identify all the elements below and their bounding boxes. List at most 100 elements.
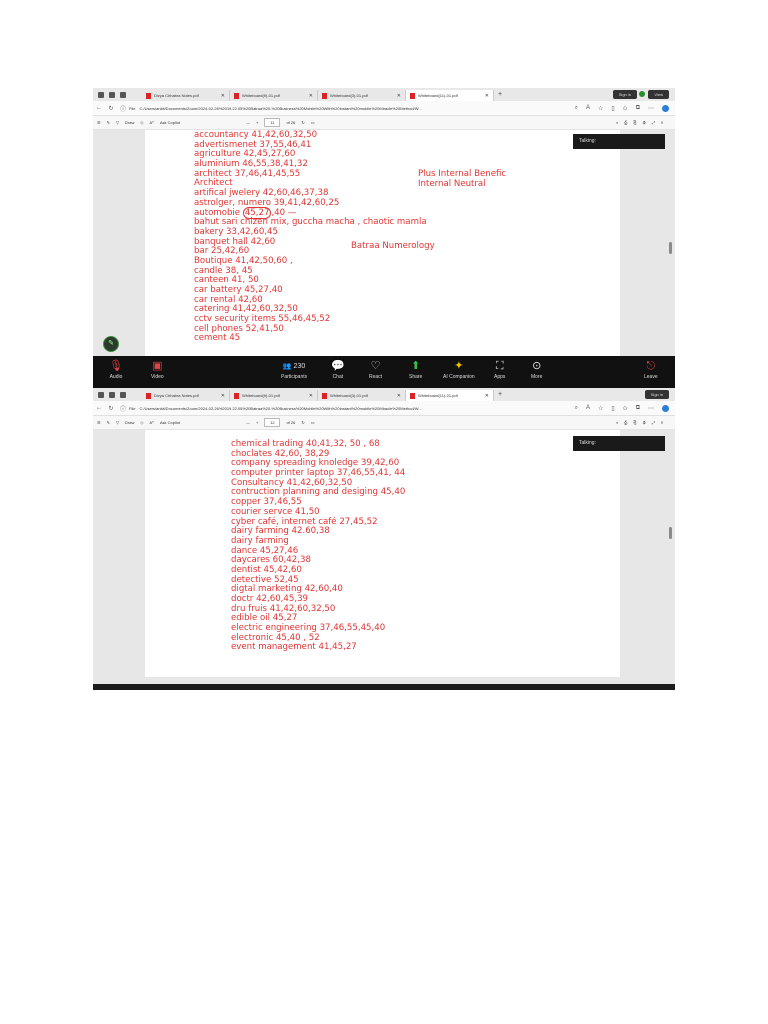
fit-icon[interactable]: ▭ (311, 120, 315, 125)
ai-companion-label: AI Companion (443, 374, 475, 380)
favorite-icon[interactable]: ☆ (598, 405, 603, 412)
collections-icon[interactable]: ⧉ (636, 405, 640, 412)
react-button[interactable]: ♡ React (369, 360, 382, 380)
tab-whiteboard-9[interactable]: Whiteboard(9)-01.pdf ✕ (230, 390, 318, 401)
copilot-icon[interactable] (662, 404, 669, 412)
split-icon[interactable]: ▯ (611, 105, 614, 112)
pencil-icon[interactable]: ✎ (103, 336, 119, 352)
page-total: of 26 (286, 420, 296, 425)
close-icon[interactable]: ✕ (397, 93, 401, 99)
participants-icon: 👥 230 (282, 363, 306, 370)
favorites-icon[interactable]: ✩ (623, 105, 628, 112)
pdf-right-icons[interactable]: ⌕⎙⎘⚙⤢⚲ (616, 120, 675, 125)
erase-icon[interactable]: ◇ (140, 120, 143, 125)
profile-icon[interactable] (98, 91, 104, 98)
new-tab-button[interactable]: + (494, 391, 502, 398)
extensions-icon[interactable]: ⋯ (648, 105, 654, 112)
url-field[interactable]: C:/Users/ankit/Documents/Zoom/2024-02-26… (135, 106, 574, 111)
page-number-input[interactable]: 11 (264, 118, 281, 127)
back-icon[interactable]: ← (93, 405, 105, 411)
screenshot-frame: Divya Chhabra Notes.pdf ✕ Whiteboard(9)-0… (93, 88, 675, 690)
apps-icon: ⛶ (495, 360, 504, 372)
close-icon[interactable]: ✕ (397, 393, 401, 399)
tab-whiteboard-11[interactable]: Whiteboard(11)-01.pdf ✕ (406, 390, 494, 401)
close-icon[interactable]: ✕ (221, 93, 225, 99)
zoom-in-icon[interactable]: + (256, 420, 258, 425)
page-number-input[interactable]: 12 (264, 418, 281, 427)
zoom-control-bar: 🎙 Audio ▣ Video 👥 230 Participants 💬 Chat ♡ R… (93, 356, 675, 388)
favorites-icon[interactable]: ✩ (623, 405, 628, 412)
note-plus-internal: Plus Internal Benefic (418, 169, 507, 179)
tab-whiteboard-9[interactable]: Whiteboard(9)-01.pdf ✕ (230, 90, 318, 101)
sign-in-button[interactable]: Sign in (612, 90, 637, 99)
draw-label[interactable]: Draw (125, 120, 134, 125)
refresh-icon[interactable]: ↻ (105, 405, 117, 412)
text-icon[interactable]: Aᵀ (149, 120, 153, 125)
video-button[interactable]: ▣ Video (151, 360, 164, 380)
more-icon: ⊙ (532, 360, 542, 372)
scrollbar-thumb[interactable] (669, 527, 672, 539)
refresh-icon[interactable]: ↻ (105, 105, 117, 112)
audio-button[interactable]: 🎙 Audio (109, 360, 123, 380)
pdf-right-icons[interactable]: ⌕⎙⎘⚙⤢⚲ (616, 420, 675, 425)
read-aloud-icon[interactable]: A (586, 105, 590, 112)
ai-companion-button[interactable]: ✦ AI Companion (443, 360, 475, 380)
contents-icon[interactable]: ☰ (97, 420, 101, 425)
apps-button[interactable]: ⛶ Apps (494, 360, 505, 380)
chat-button[interactable]: 💬 Chat (331, 360, 345, 380)
view-button[interactable]: View (648, 90, 669, 99)
zoom-icon[interactable]: ⌕ (575, 405, 578, 412)
tab-divya-notes[interactable]: Divya Chhabra Notes.pdf ✕ (142, 90, 230, 101)
zoom-out-icon[interactable]: — (246, 120, 250, 125)
copilot-icon[interactable] (662, 104, 669, 112)
participants-count: 230 (293, 363, 306, 370)
close-icon[interactable]: ✕ (309, 93, 313, 99)
erase-icon[interactable]: ◇ (140, 420, 143, 425)
workspaces-icon[interactable] (109, 91, 115, 98)
zoom-in-icon[interactable]: + (256, 120, 258, 125)
tab-actions-icon[interactable] (120, 391, 126, 398)
collections-icon[interactable]: ⧉ (636, 105, 640, 112)
new-tab-button[interactable]: + (494, 91, 502, 98)
fit-icon[interactable]: ▭ (311, 420, 315, 425)
text-icon[interactable]: Aᵀ (149, 420, 153, 425)
exit-icon: ⎋ (646, 360, 656, 372)
back-icon[interactable]: ← (93, 105, 105, 111)
rotate-icon[interactable]: ↻ (301, 420, 304, 425)
highlight-icon[interactable]: ✎ (107, 120, 110, 125)
split-icon[interactable]: ▯ (611, 405, 614, 412)
list-item: event management 41,45,27 (231, 642, 357, 653)
participants-button[interactable]: 👥 230 Participants (281, 360, 307, 380)
contents-icon[interactable]: ☰ (97, 120, 101, 125)
profile-icon[interactable] (98, 391, 104, 398)
scrollbar-thumb[interactable] (669, 242, 672, 254)
zoom-out-icon[interactable]: — (246, 420, 250, 425)
ask-copilot-button[interactable]: Ask Copilot (160, 420, 180, 425)
sign-in-button[interactable]: Sign in (644, 390, 669, 399)
close-icon[interactable]: ✕ (485, 393, 489, 399)
more-button[interactable]: ⊙ More (531, 360, 542, 380)
close-icon[interactable]: ✕ (221, 393, 225, 399)
ask-copilot-button[interactable]: Ask Copilot (160, 120, 180, 125)
highlight-icon[interactable]: ✎ (107, 420, 110, 425)
zoom-icon[interactable]: ⌕ (575, 105, 578, 112)
close-icon[interactable]: ✕ (309, 393, 313, 399)
favorite-icon[interactable]: ☆ (598, 105, 603, 112)
tab-actions-icon[interactable] (120, 91, 126, 98)
workspaces-icon[interactable] (109, 391, 115, 398)
tab-bar: Divya Chhabra Notes.pdf ✕ Whiteboard(9)-0… (93, 88, 675, 101)
extensions-icon[interactable]: ⋯ (648, 405, 654, 412)
leave-button[interactable]: ⎋ Leave (644, 360, 658, 380)
tab-whiteboard-3[interactable]: Whiteboard(3)-01.pdf ✕ (318, 90, 406, 101)
read-aloud-icon[interactable]: A (586, 405, 590, 412)
tab-whiteboard-3[interactable]: Whiteboard(3)-01.pdf ✕ (318, 390, 406, 401)
draw-label[interactable]: Draw (125, 420, 134, 425)
draw-icon[interactable]: ▽ (116, 420, 119, 425)
draw-icon[interactable]: ▽ (116, 120, 119, 125)
share-button[interactable]: ⬆ Share (409, 360, 422, 380)
rotate-icon[interactable]: ↻ (301, 120, 304, 125)
close-icon[interactable]: ✕ (485, 93, 489, 99)
url-field[interactable]: C:/Users/ankit/Documents/Zoom/2024-02-26… (135, 406, 574, 411)
tab-divya-notes[interactable]: Divya Chhabra Notes.pdf ✕ (142, 390, 230, 401)
tab-whiteboard-11[interactable]: Whiteboard(11)-01.pdf ✕ (406, 90, 494, 101)
